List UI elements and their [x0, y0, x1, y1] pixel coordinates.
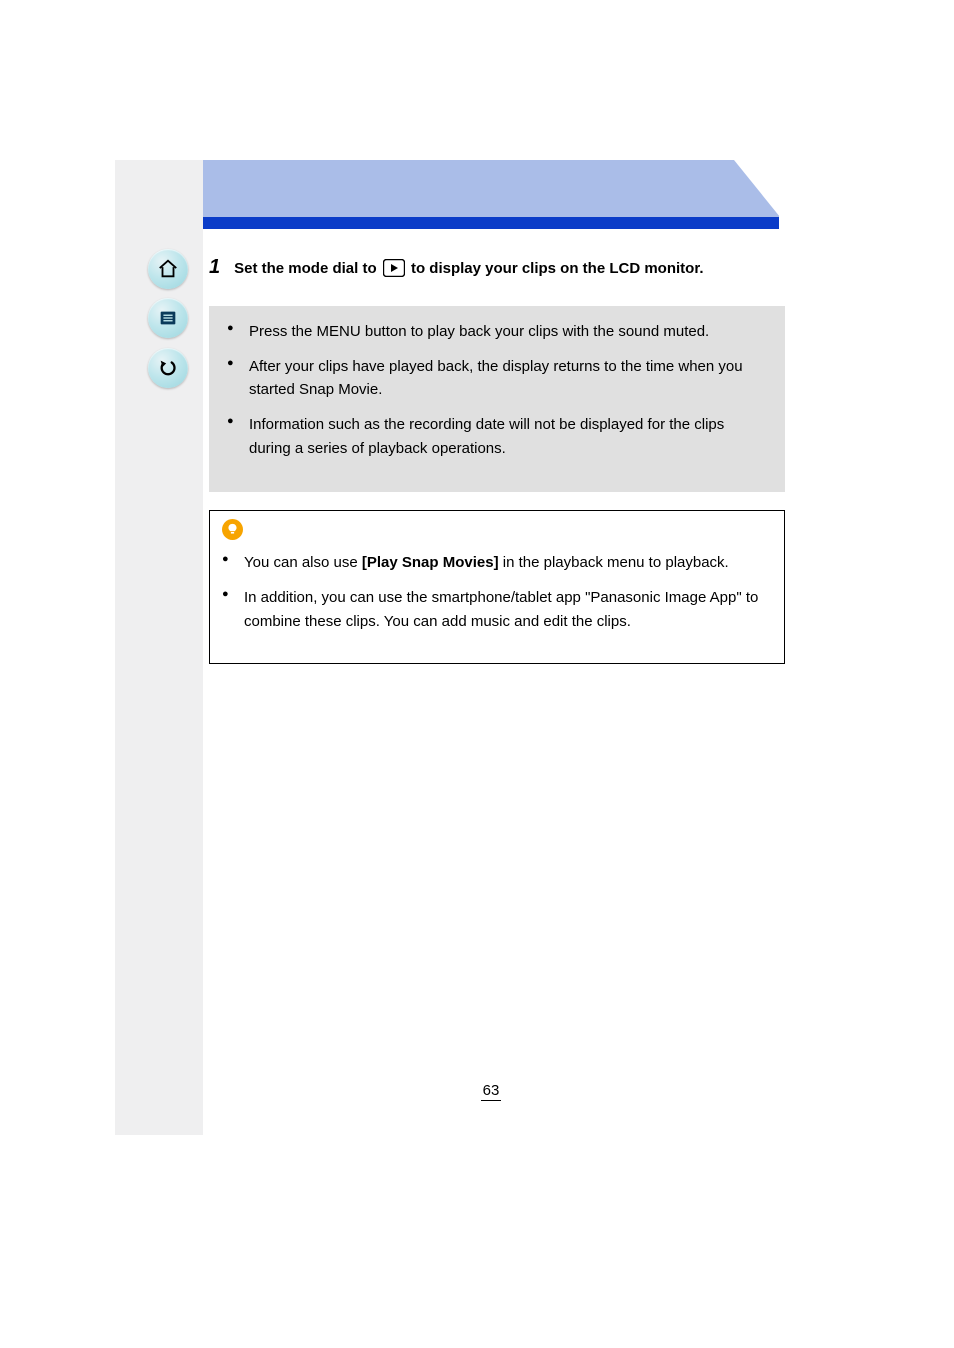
home-icon: [157, 258, 179, 280]
tip-box: You can also use [Play Snap Movies] in t…: [209, 510, 785, 664]
back-button[interactable]: [148, 348, 188, 388]
header-banner: [203, 160, 779, 217]
note-item: Press the MENU button to play back your …: [227, 320, 767, 343]
page-number: 63: [203, 1082, 779, 1101]
header-underline: [203, 217, 779, 229]
home-button[interactable]: [148, 249, 188, 289]
step-line: 1 Set the mode dial to to display your c…: [209, 253, 769, 286]
body-text: 1 Set the mode dial to to display your c…: [203, 229, 779, 664]
back-arrow-icon: [157, 357, 179, 379]
contents-button[interactable]: [148, 298, 188, 338]
tip-item: In addition, you can use the smartphone/…: [222, 586, 766, 633]
note-item: Information such as the recording date w…: [227, 413, 767, 460]
step-text: Set the mode dial to to display your cli…: [234, 256, 769, 286]
content-area: 1 Set the mode dial to to display your c…: [203, 160, 810, 1135]
list-icon: [157, 307, 179, 329]
note-item: After your clips have played back, the d…: [227, 355, 767, 402]
note-box: Press the MENU button to play back your …: [209, 306, 785, 492]
play-icon: [383, 259, 405, 286]
bulb-icon: [222, 519, 243, 540]
tip-item: You can also use [Play Snap Movies] in t…: [222, 551, 766, 574]
step-number: 1: [209, 253, 220, 282]
